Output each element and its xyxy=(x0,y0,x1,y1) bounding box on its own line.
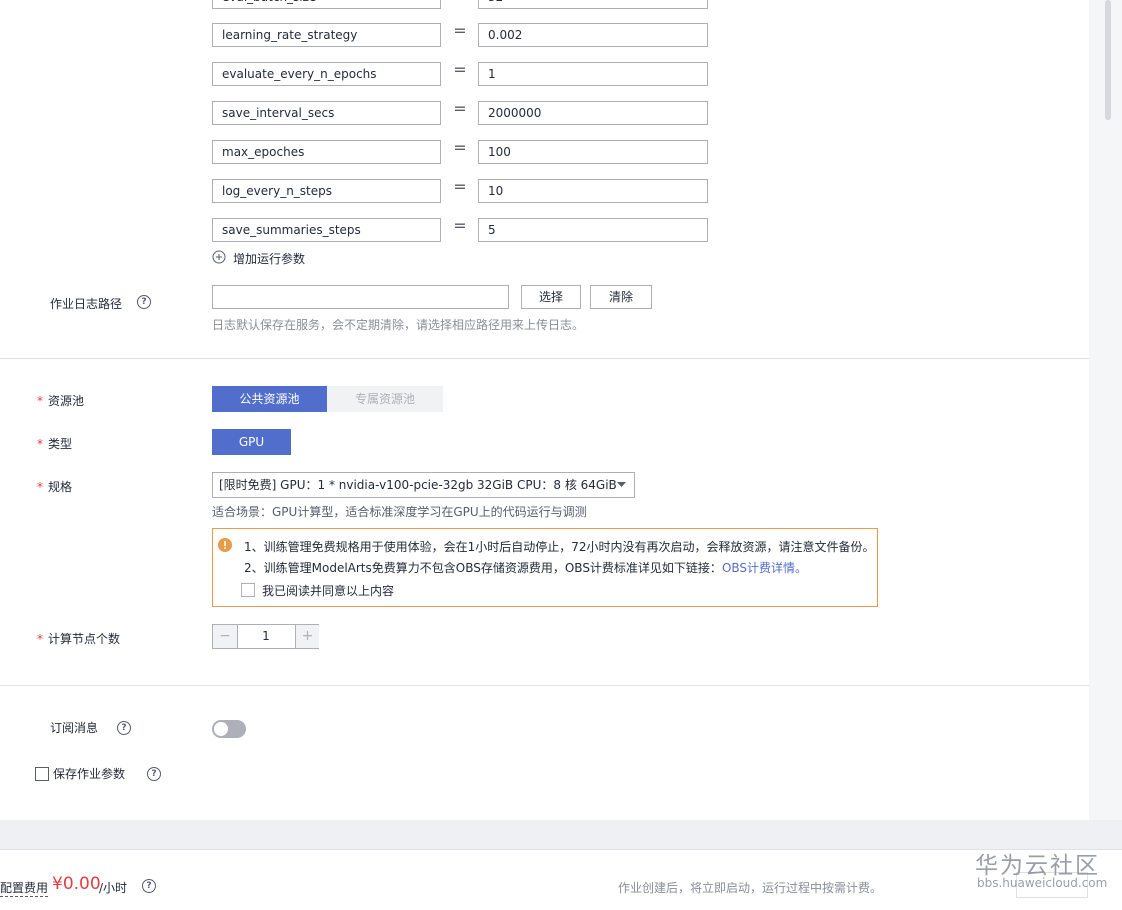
subscribe-label: 订阅消息 xyxy=(50,721,99,735)
notice-line-2: 2、训练管理ModelArts免费算力不包含OBS存储资源费用，OBS计费标准详… xyxy=(244,559,807,576)
spec-select-value: [限时免费] GPU：1 * nvidia-v100-pcie-32gb 32G… xyxy=(219,478,617,492)
fee-unit: /小时 xyxy=(99,881,128,895)
agree-checkbox[interactable] xyxy=(241,583,255,597)
param-key-input-4[interactable]: max_epoches xyxy=(212,140,441,164)
node-count-label-text: 计算节点个数 xyxy=(48,632,121,646)
spec-label-text: 规格 xyxy=(48,480,73,494)
question-circle-icon[interactable]: ? xyxy=(117,721,131,735)
param-value-input-3[interactable]: 2000000 xyxy=(478,101,708,125)
required-mark: * xyxy=(37,480,43,494)
save-params-label: 保存作业参数 xyxy=(53,767,126,781)
bottom-bar xyxy=(0,849,1122,910)
scrollbar-track[interactable] xyxy=(1089,0,1122,820)
public-pool-option[interactable]: 公共资源池 xyxy=(212,386,327,412)
param-key-input-5[interactable]: log_every_n_steps xyxy=(212,179,441,203)
node-count-stepper: − 1 + xyxy=(212,624,319,649)
node-count-label: * 计算节点个数 xyxy=(37,630,120,647)
param-value-input-2[interactable]: 1 xyxy=(478,62,708,86)
equals-sign: = xyxy=(452,0,468,2)
node-count-input[interactable]: 1 xyxy=(238,625,294,648)
type-gpu-option[interactable]: GPU xyxy=(212,429,291,455)
dedicated-pool-option[interactable]: 专属资源池 xyxy=(327,386,443,412)
type-label-text: 类型 xyxy=(48,437,73,451)
param-key-input-6[interactable]: save_summaries_steps xyxy=(212,218,441,242)
spec-label: * 规格 xyxy=(37,478,72,495)
toggle-knob xyxy=(214,722,228,736)
equals-sign: = xyxy=(453,138,467,157)
decrement-button[interactable]: − xyxy=(213,625,238,648)
resource-pool-label-text: 资源池 xyxy=(48,394,85,408)
agree-label: 我已阅读并同意以上内容 xyxy=(262,584,395,598)
log-path-hint: 日志默认保存在服务，会不定期清除，请选择相应路径用来上传日志。 xyxy=(212,318,585,332)
fee-value: ¥0.00 xyxy=(52,874,101,894)
equals-sign: = xyxy=(453,177,467,196)
type-label: * 类型 xyxy=(37,435,72,452)
equals-sign: = xyxy=(453,216,467,235)
plus-circle-icon xyxy=(212,250,226,264)
param-value-input-5[interactable]: 10 xyxy=(478,179,708,203)
log-path-label: 作业日志路径 xyxy=(50,297,123,311)
param-value-input-1[interactable]: 0.002 xyxy=(478,23,708,47)
equals-sign: = xyxy=(453,60,467,79)
select-log-path-button[interactable]: 选择 xyxy=(521,285,581,309)
question-circle-icon[interactable]: ? xyxy=(147,767,161,781)
equals-sign: = xyxy=(453,99,467,118)
param-key-input-3[interactable]: save_interval_secs xyxy=(212,101,441,125)
question-circle-icon[interactable]: ? xyxy=(142,879,156,893)
caret-down-icon xyxy=(617,482,626,487)
obs-billing-link[interactable]: OBS计费详情。 xyxy=(722,561,807,575)
add-param-label: 增加运行参数 xyxy=(233,252,306,266)
watermark-url: bbs.huaweicloud.com xyxy=(977,876,1108,890)
notice-line-1: 1、训练管理免费规格用于使用体验，会在1小时后自动停止，72小时内没有再次启动，… xyxy=(244,540,875,554)
section-divider xyxy=(0,685,1089,686)
clear-log-path-button[interactable]: 清除 xyxy=(590,285,652,309)
required-mark: * xyxy=(37,632,43,646)
log-path-input[interactable] xyxy=(212,285,509,309)
param-key-input-0[interactable]: eval_batch_size xyxy=(212,0,441,9)
section-divider xyxy=(0,358,1089,359)
scrollbar-thumb[interactable] xyxy=(1105,0,1111,120)
save-params-checkbox[interactable] xyxy=(35,767,49,781)
exclamation-circle-icon xyxy=(218,538,232,552)
notice-line-2-text: 2、训练管理ModelArts免费算力不包含OBS存储资源费用，OBS计费标准详… xyxy=(244,561,722,575)
param-value-input-6[interactable]: 5 xyxy=(478,218,708,242)
equals-sign: = xyxy=(453,21,467,40)
param-key-input-1[interactable]: learning_rate_strategy xyxy=(212,23,441,47)
param-key-input-2[interactable]: evaluate_every_n_epochs xyxy=(212,62,441,86)
spec-description: 适合场景：GPU计算型，适合标准深度学习在GPU上的代码运行与调测 xyxy=(212,505,587,519)
required-mark: * xyxy=(37,394,43,408)
param-value-input-4[interactable]: 100 xyxy=(478,140,708,164)
required-mark: * xyxy=(37,437,43,451)
spec-select[interactable]: [限时免费] GPU：1 * nvidia-v100-pcie-32gb 32G… xyxy=(212,472,635,498)
billing-notice: 作业创建后，将立即启动，运行过程中按需计费。 xyxy=(618,881,883,895)
watermark-title: 华为云社区 xyxy=(975,853,1100,879)
subscribe-toggle[interactable] xyxy=(212,720,246,738)
increment-button[interactable]: + xyxy=(295,625,319,648)
fee-label[interactable]: 配置费用 xyxy=(0,879,49,897)
resource-pool-label: * 资源池 xyxy=(37,392,84,409)
param-value-input-0[interactable]: 32 xyxy=(478,0,708,9)
question-circle-icon[interactable]: ? xyxy=(137,295,151,309)
